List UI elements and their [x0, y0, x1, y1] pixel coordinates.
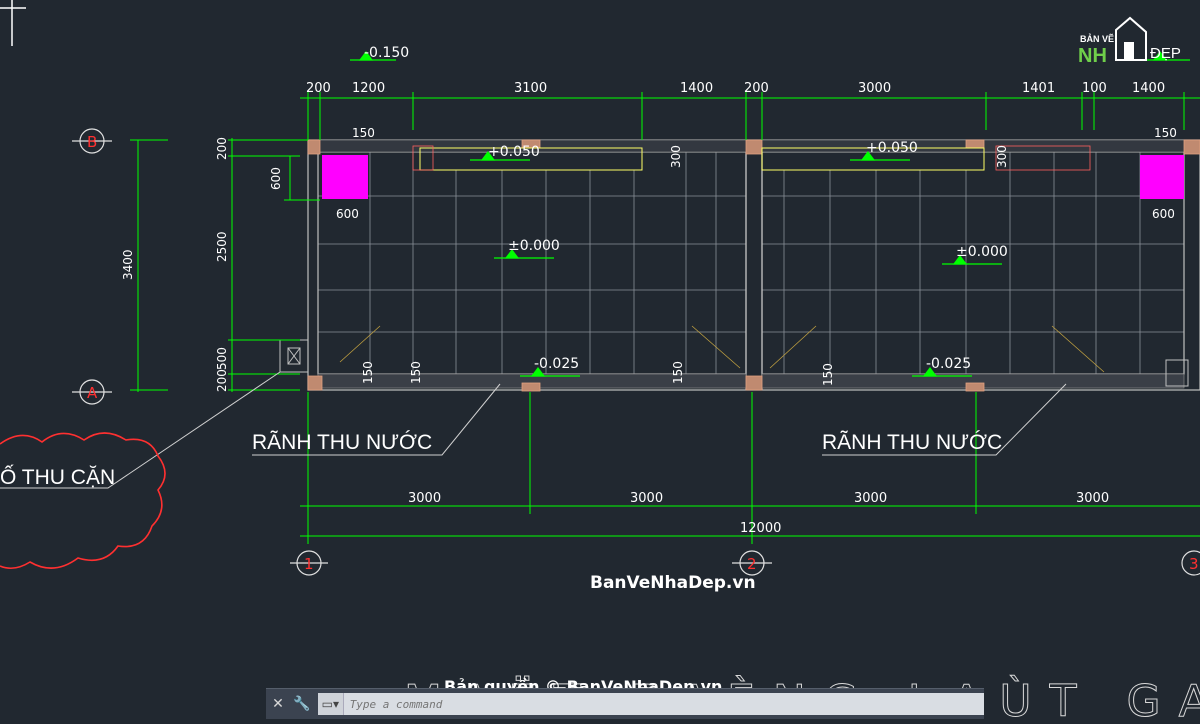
dim-150-c: 150 — [671, 361, 685, 384]
elev-channel-left: -0.025 — [534, 356, 579, 372]
command-prompt-icon[interactable]: ▭▾ — [318, 693, 344, 715]
label-channel-left: RÃNH THU NƯỚC — [252, 430, 432, 454]
drain-box-right — [1140, 155, 1184, 199]
wall-hatch — [307, 139, 1200, 389]
tile-grid-right — [762, 152, 1184, 374]
dim-150-a: 150 — [361, 361, 375, 384]
label-channel-right: RÃNH THU NƯỚC — [822, 430, 1002, 454]
dim-300-right: 300 — [995, 145, 1009, 168]
dim-300-left: 300 — [669, 145, 683, 168]
command-input[interactable] — [343, 696, 984, 712]
grid-axis-3: 3 — [1189, 555, 1199, 573]
elev-floor-left: ±0.000 — [508, 238, 560, 254]
logo-brand-right: ĐẸP — [1150, 45, 1181, 62]
dim-left-200-bot: 200 — [215, 369, 229, 392]
elev-top-left: -0.150 — [364, 45, 409, 61]
dim-bottom-total: 12000 — [740, 521, 781, 536]
dim-top-3: 3100 — [514, 81, 547, 96]
ucs-icon — [0, 0, 26, 46]
watermark-center: BanVeNhaDep.vn — [590, 573, 756, 593]
revision-cloud — [0, 432, 166, 570]
dim-top-1: 200 — [306, 81, 331, 96]
wrench-icon[interactable]: 🔧 — [290, 689, 314, 719]
dim-600-left: 600 — [336, 207, 359, 221]
dim-top-2: 1200 — [352, 81, 385, 96]
status-area — [984, 688, 1200, 724]
elevation-marker-symbols — [350, 51, 1190, 377]
dim-top-6: 3000 — [858, 81, 891, 96]
brand-logo: BẢN VẼ NH ĐẸP — [1078, 16, 1181, 67]
dim-left-3400: 3400 — [121, 249, 135, 280]
dim-lines-top — [300, 92, 1200, 140]
close-icon[interactable]: ✕ — [266, 689, 290, 719]
dim-bottom-1: 3000 — [408, 491, 441, 506]
drawing-canvas[interactable]: B A 1 2 3 200 1200 3100 1400 200 3000 14… — [0, 0, 1200, 724]
cad-model-space[interactable]: B A 1 2 3 200 1200 3100 1400 200 3000 14… — [0, 0, 1200, 724]
grid-axis-1: 1 — [304, 555, 314, 573]
elev-gutter-right: +0.050 — [866, 140, 918, 156]
dim-top-5: 200 — [744, 81, 769, 96]
logo-top-text: BẢN VẼ — [1080, 33, 1114, 44]
label-sediment-pit: Ố THU CẶN — [0, 465, 115, 489]
logo-brand-left: NH — [1078, 45, 1107, 67]
dim-left-600: 600 — [269, 167, 283, 190]
dim-bottom-2: 3000 — [630, 491, 663, 506]
dim-top-4: 1400 — [680, 81, 713, 96]
wall-posts — [307, 139, 1200, 392]
command-input-wrap: ▭▾ — [318, 693, 984, 715]
dim-150-b: 150 — [409, 361, 423, 384]
dim-top-7: 1401 — [1022, 81, 1055, 96]
elev-floor-right: ±0.000 — [956, 244, 1008, 260]
grid-axis-b: B — [87, 133, 97, 151]
dim-bottom-3: 3000 — [854, 491, 887, 506]
grid-axis-a: A — [87, 384, 98, 402]
drain-box-left — [322, 155, 368, 199]
dim-top-8: 100 — [1082, 81, 1107, 96]
grid-axis-2: 2 — [747, 555, 757, 573]
walls — [307, 139, 1200, 391]
dim-600-right: 600 — [1152, 207, 1175, 221]
dim-150-d: 150 — [821, 363, 835, 386]
dim-top-9: 1400 — [1132, 81, 1165, 96]
dim-left-2500: 2500 — [215, 231, 229, 262]
command-line-bar: ✕ 🔧 ▭▾ — [266, 688, 984, 719]
dim-150-right: 150 — [1154, 126, 1177, 140]
dim-left-200-top: 200 — [215, 137, 229, 160]
slope-lines — [339, 325, 1105, 373]
dim-left-500: 500 — [215, 347, 229, 370]
elev-channel-right: -0.025 — [926, 356, 971, 372]
dim-bottom-4: 3000 — [1076, 491, 1109, 506]
elev-gutter-left: +0.050 — [488, 144, 540, 160]
dim-150-left: 150 — [352, 126, 375, 140]
tile-grid-left — [318, 152, 746, 374]
